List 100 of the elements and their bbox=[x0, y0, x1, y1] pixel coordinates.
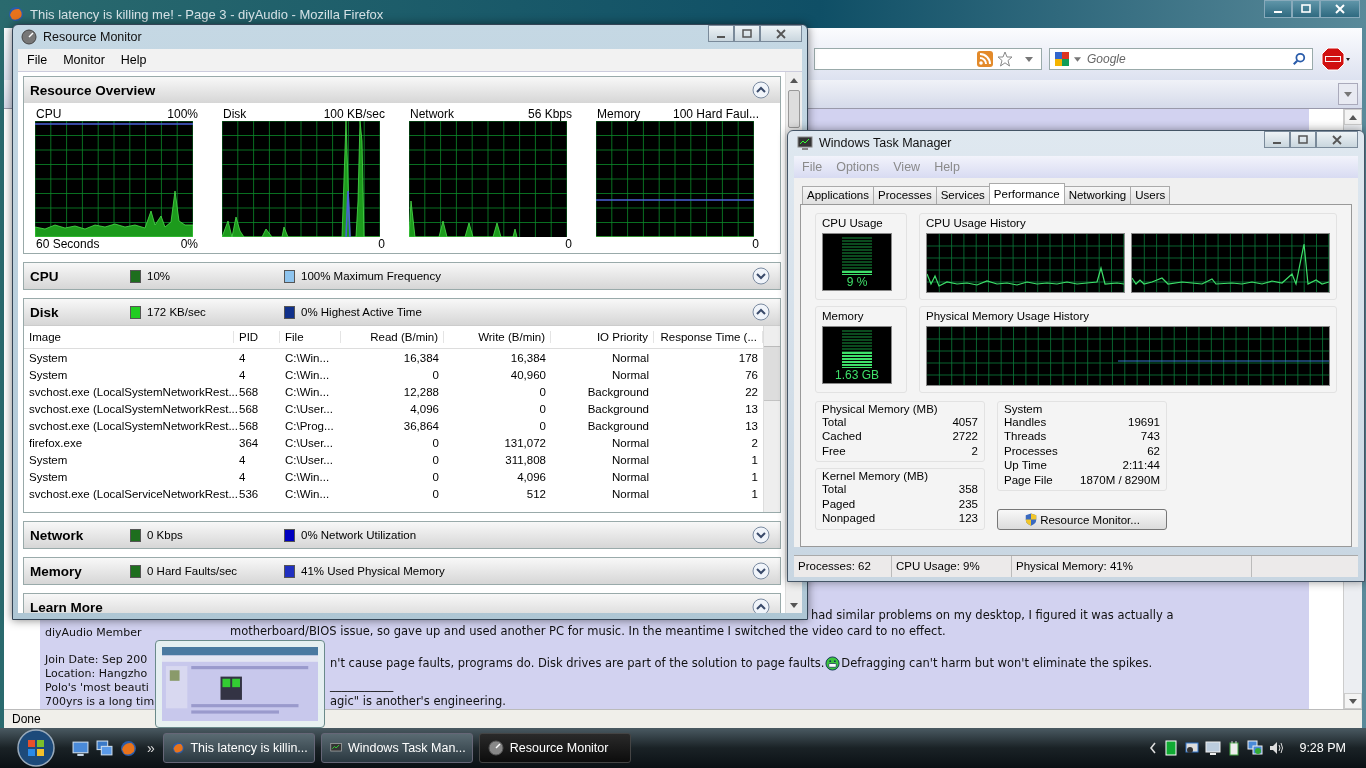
section-header[interactable]: Network 0 Kbps 0% Network Utilization bbox=[24, 522, 780, 548]
table-cell-text: Normal bbox=[610, 487, 650, 500]
section-header[interactable]: Memory 0 Hard Faults/sec 41% Used Physical Memory bbox=[24, 558, 780, 584]
table-cell-text: Normal bbox=[610, 436, 650, 449]
resource-monitor-button[interactable]: Resource Monitor... bbox=[997, 509, 1167, 531]
section-title: Learn More bbox=[30, 599, 104, 613]
table-cell-text: 1 bbox=[750, 470, 759, 483]
graph-min: 0% bbox=[180, 237, 198, 251]
section-title: Disk bbox=[30, 304, 60, 320]
section-header[interactable]: CPU 10% 100% Maximum Frequency bbox=[24, 263, 780, 289]
table-cell-text: 4,096 bbox=[409, 402, 440, 415]
table-cell-text: 22 bbox=[744, 385, 759, 398]
column-header[interactable]: Image bbox=[24, 331, 234, 343]
menu-item[interactable]: File bbox=[27, 53, 48, 67]
menu-item[interactable]: Help bbox=[120, 53, 147, 67]
close-button[interactable] bbox=[1316, 131, 1358, 148]
overflow-button[interactable]: » bbox=[145, 740, 157, 756]
table-cell-text: C:\Win... bbox=[284, 368, 331, 381]
stat-label: Nonpaged bbox=[822, 511, 876, 526]
search-icon[interactable] bbox=[1292, 52, 1306, 66]
search-engine-icon[interactable] bbox=[1054, 51, 1070, 67]
caret-icon bbox=[1349, 698, 1357, 704]
tab[interactable]: Applications bbox=[802, 185, 874, 204]
graph-label: Network bbox=[410, 107, 454, 121]
taskbar-button[interactable]: This latency is killin... bbox=[162, 733, 315, 763]
member-info: Join Date: Sep 200 bbox=[45, 653, 148, 667]
adblock-icon[interactable] bbox=[1321, 47, 1351, 71]
table-cell-text: firefox.exe bbox=[28, 436, 84, 449]
expand-icon[interactable] bbox=[752, 562, 770, 580]
taskbar-button[interactable]: Resource Monitor bbox=[478, 733, 631, 763]
browser-icon[interactable] bbox=[120, 739, 137, 757]
table-cell-text: 4 bbox=[238, 351, 247, 364]
minimize-button[interactable] bbox=[1264, 131, 1290, 148]
column-header[interactable]: Write (B/min) bbox=[444, 331, 551, 343]
graph-label: Memory bbox=[597, 107, 641, 121]
table-cell-text: Background bbox=[586, 419, 650, 432]
show-desktop-icon[interactable] bbox=[72, 739, 89, 757]
legend-label: 172 KB/sec bbox=[147, 306, 207, 318]
close-button[interactable] bbox=[1320, 0, 1360, 18]
table-cell-text: Normal bbox=[610, 470, 650, 483]
table-cell-text: System bbox=[28, 368, 69, 381]
table-cell-text: C:\Win... bbox=[284, 385, 331, 398]
table-cell-text: Background bbox=[586, 385, 650, 398]
stat-value: 19691 bbox=[1128, 414, 1160, 430]
meter-icon[interactable] bbox=[1163, 740, 1180, 756]
scrollbar[interactable] bbox=[763, 326, 780, 512]
close-button[interactable] bbox=[760, 25, 802, 42]
expand-icon[interactable] bbox=[752, 526, 770, 544]
scroll-thumb[interactable] bbox=[788, 90, 800, 128]
caret-icon[interactable] bbox=[1074, 56, 1081, 62]
collapse-icon[interactable] bbox=[752, 81, 770, 99]
graph-scale: 56 Kbps bbox=[527, 107, 572, 121]
minimize-button[interactable] bbox=[1264, 0, 1292, 18]
search-field[interactable]: Google bbox=[1049, 48, 1313, 70]
minimize-button[interactable] bbox=[708, 25, 734, 42]
tab[interactable]: Networking bbox=[1063, 185, 1132, 204]
graph-scale: 100% bbox=[167, 107, 198, 121]
caret-icon[interactable] bbox=[1025, 56, 1033, 62]
stat-value: 743 bbox=[1140, 429, 1160, 444]
section-header[interactable]: Disk 172 KB/sec 0% Highest Active Time bbox=[24, 299, 780, 325]
column-header[interactable]: IO Priority bbox=[551, 331, 654, 343]
post-text: n't cause page faults, programs do. Disk drives are part of the solution to page faults. bbox=[330, 655, 825, 671]
legend-label: 0% Highest Active Time bbox=[301, 306, 422, 318]
scroll-down-button[interactable] bbox=[1344, 693, 1362, 709]
star-icon[interactable] bbox=[997, 51, 1013, 67]
taskbar-button[interactable]: Windows Task Man... bbox=[320, 733, 473, 763]
monitor-icon[interactable] bbox=[1205, 740, 1222, 756]
collapse-icon[interactable] bbox=[752, 303, 770, 321]
clock[interactable]: 9:28 PM bbox=[1299, 741, 1346, 755]
maximize-button[interactable] bbox=[1292, 0, 1320, 18]
section-header[interactable]: Resource Overview bbox=[24, 77, 780, 103]
column-header[interactable]: File bbox=[280, 331, 341, 343]
stat-label: Up Time bbox=[1004, 458, 1047, 473]
stat-value: 62 bbox=[1147, 443, 1160, 459]
close-icon bbox=[1334, 4, 1346, 14]
volume-icon[interactable] bbox=[1268, 740, 1285, 756]
maximize-button[interactable] bbox=[734, 25, 760, 42]
tab[interactable]: Users bbox=[1130, 185, 1171, 204]
address-field[interactable] bbox=[814, 48, 1042, 70]
tab-list-button[interactable] bbox=[1338, 83, 1358, 105]
tab[interactable]: Performance bbox=[988, 182, 1065, 204]
scroll-up-button[interactable] bbox=[1344, 109, 1362, 125]
browser-icon bbox=[171, 740, 185, 756]
collapse-icon[interactable] bbox=[752, 598, 770, 613]
network-icon[interactable] bbox=[1247, 740, 1264, 756]
column-header[interactable]: PID bbox=[234, 331, 280, 343]
column-header[interactable]: Read (B/min) bbox=[341, 331, 444, 343]
table-cell-text: 1 bbox=[750, 453, 759, 466]
member-info: diyAudio Member bbox=[45, 626, 142, 640]
table-cell-text: C:\User... bbox=[284, 453, 334, 466]
maximize-button[interactable] bbox=[1290, 131, 1316, 148]
chevron-icon[interactable] bbox=[1148, 740, 1159, 756]
tab[interactable]: Services bbox=[935, 185, 990, 204]
expand-icon[interactable] bbox=[752, 267, 770, 285]
menu-item[interactable]: Monitor bbox=[63, 53, 105, 67]
section-header[interactable]: Learn More bbox=[24, 594, 780, 613]
minimize-icon bbox=[717, 35, 725, 38]
table-cell-text: 16,384 bbox=[509, 351, 547, 364]
switch-windows-icon[interactable] bbox=[96, 739, 113, 757]
tab[interactable]: Processes bbox=[873, 185, 937, 204]
